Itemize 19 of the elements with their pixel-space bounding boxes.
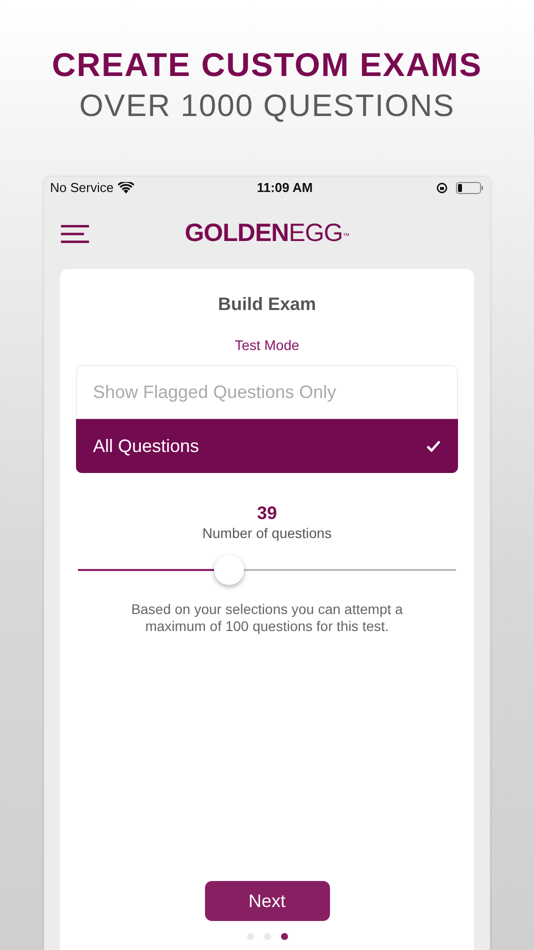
carrier-text: No Service [50,179,114,198]
wifi-icon [118,182,134,194]
count-label: Number of questions [202,524,332,543]
rotation-lock-icon [436,182,448,194]
slider-thumb[interactable] [214,555,244,585]
card-title: Build Exam [218,293,316,316]
app-logo: GOLDENEGG$^{™}$ [184,219,350,248]
checkmark-icon [426,440,441,452]
battery-icon [456,182,484,194]
subheadline: OVER 1000 QUESTIONS [78,87,456,125]
clock-text: 11:09 AM [256,179,313,198]
page-dot[interactable] [280,933,288,940]
section-label: Test Mode [234,336,300,355]
question-count: 39 [256,503,278,523]
option-item[interactable]: All Questions [76,419,458,473]
info-text: Based on your selections you can attempt a maximum of 100 questions for this test. [130,601,404,635]
menu-icon[interactable] [61,225,89,243]
headline: CREATE CUSTOM EXAMS [50,46,484,84]
next-button[interactable]: Next [204,881,330,921]
